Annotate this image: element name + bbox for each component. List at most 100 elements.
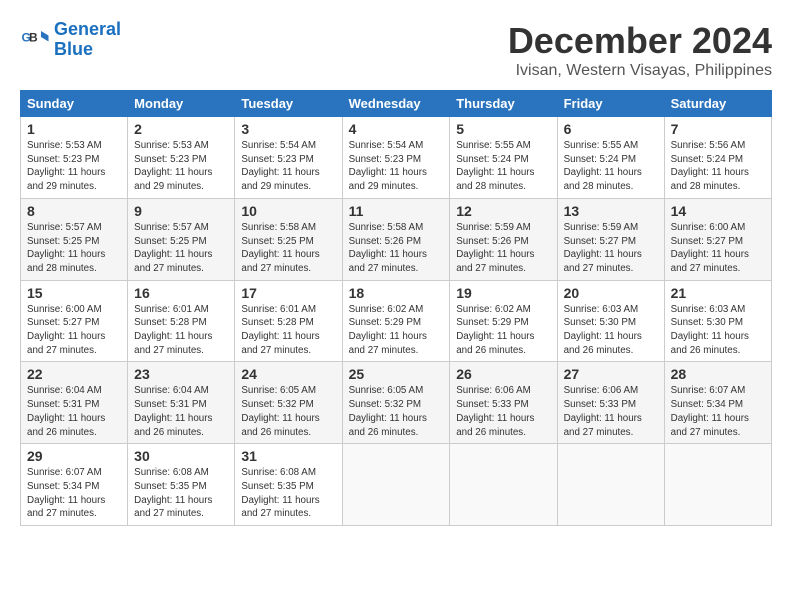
calendar-cell: 24 Sunrise: 6:05 AMSunset: 5:32 PMDaylig… (235, 362, 342, 444)
day-number: 31 (241, 448, 335, 464)
day-number: 6 (564, 121, 658, 137)
calendar-cell: 26 Sunrise: 6:06 AMSunset: 5:33 PMDaylig… (450, 362, 557, 444)
weekday-header: Monday (128, 91, 235, 117)
calendar-cell: 13 Sunrise: 5:59 AMSunset: 5:27 PMDaylig… (557, 198, 664, 280)
day-number: 19 (456, 285, 550, 301)
calendar-cell: 11 Sunrise: 5:58 AMSunset: 5:26 PMDaylig… (342, 198, 450, 280)
day-info: Sunrise: 6:08 AMSunset: 5:35 PMDaylight:… (241, 467, 319, 519)
day-number: 1 (27, 121, 121, 137)
logo-icon: G B (20, 25, 50, 55)
day-info: Sunrise: 5:58 AMSunset: 5:26 PMDaylight:… (349, 222, 427, 274)
day-info: Sunrise: 5:56 AMSunset: 5:24 PMDaylight:… (671, 140, 749, 192)
day-number: 16 (134, 285, 228, 301)
calendar-cell: 20 Sunrise: 6:03 AMSunset: 5:30 PMDaylig… (557, 280, 664, 362)
calendar-cell: 30 Sunrise: 6:08 AMSunset: 5:35 PMDaylig… (128, 444, 235, 526)
calendar-cell: 23 Sunrise: 6:04 AMSunset: 5:31 PMDaylig… (128, 362, 235, 444)
day-number: 12 (456, 203, 550, 219)
day-info: Sunrise: 6:01 AMSunset: 5:28 PMDaylight:… (241, 304, 319, 356)
calendar-cell: 10 Sunrise: 5:58 AMSunset: 5:25 PMDaylig… (235, 198, 342, 280)
week-row: 8 Sunrise: 5:57 AMSunset: 5:25 PMDayligh… (21, 198, 772, 280)
week-row: 29 Sunrise: 6:07 AMSunset: 5:34 PMDaylig… (21, 444, 772, 526)
day-number: 20 (564, 285, 658, 301)
day-number: 27 (564, 366, 658, 382)
weekday-header-row: SundayMondayTuesdayWednesdayThursdayFrid… (21, 91, 772, 117)
day-number: 2 (134, 121, 228, 137)
day-info: Sunrise: 5:59 AMSunset: 5:26 PMDaylight:… (456, 222, 534, 274)
day-number: 26 (456, 366, 550, 382)
calendar-cell: 29 Sunrise: 6:07 AMSunset: 5:34 PMDaylig… (21, 444, 128, 526)
logo-line2: Blue (54, 39, 93, 59)
day-info: Sunrise: 6:02 AMSunset: 5:29 PMDaylight:… (349, 304, 427, 356)
day-info: Sunrise: 6:00 AMSunset: 5:27 PMDaylight:… (27, 304, 105, 356)
day-info: Sunrise: 6:06 AMSunset: 5:33 PMDaylight:… (456, 385, 534, 437)
calendar-cell (342, 444, 450, 526)
day-info: Sunrise: 5:54 AMSunset: 5:23 PMDaylight:… (349, 140, 427, 192)
day-number: 29 (27, 448, 121, 464)
day-number: 21 (671, 285, 765, 301)
day-number: 13 (564, 203, 658, 219)
day-info: Sunrise: 5:59 AMSunset: 5:27 PMDaylight:… (564, 222, 642, 274)
calendar-cell: 1 Sunrise: 5:53 AMSunset: 5:23 PMDayligh… (21, 117, 128, 199)
day-info: Sunrise: 5:57 AMSunset: 5:25 PMDaylight:… (134, 222, 212, 274)
calendar-cell: 19 Sunrise: 6:02 AMSunset: 5:29 PMDaylig… (450, 280, 557, 362)
day-number: 23 (134, 366, 228, 382)
logo-text: General Blue (54, 20, 121, 60)
calendar-cell: 25 Sunrise: 6:05 AMSunset: 5:32 PMDaylig… (342, 362, 450, 444)
logo-line1: General (54, 19, 121, 39)
day-info: Sunrise: 5:54 AMSunset: 5:23 PMDaylight:… (241, 140, 319, 192)
weekday-header: Wednesday (342, 91, 450, 117)
day-info: Sunrise: 6:06 AMSunset: 5:33 PMDaylight:… (564, 385, 642, 437)
day-info: Sunrise: 5:58 AMSunset: 5:25 PMDaylight:… (241, 222, 319, 274)
day-number: 4 (349, 121, 444, 137)
calendar-cell: 18 Sunrise: 6:02 AMSunset: 5:29 PMDaylig… (342, 280, 450, 362)
day-number: 5 (456, 121, 550, 137)
day-number: 10 (241, 203, 335, 219)
calendar-cell: 14 Sunrise: 6:00 AMSunset: 5:27 PMDaylig… (664, 198, 771, 280)
day-number: 25 (349, 366, 444, 382)
day-number: 11 (349, 203, 444, 219)
day-info: Sunrise: 6:01 AMSunset: 5:28 PMDaylight:… (134, 304, 212, 356)
day-info: Sunrise: 5:53 AMSunset: 5:23 PMDaylight:… (134, 140, 212, 192)
day-info: Sunrise: 6:00 AMSunset: 5:27 PMDaylight:… (671, 222, 749, 274)
day-info: Sunrise: 5:53 AMSunset: 5:23 PMDaylight:… (27, 140, 105, 192)
day-number: 17 (241, 285, 335, 301)
calendar-cell: 27 Sunrise: 6:06 AMSunset: 5:33 PMDaylig… (557, 362, 664, 444)
logo: G B General Blue (20, 20, 121, 60)
day-number: 22 (27, 366, 121, 382)
calendar-cell: 5 Sunrise: 5:55 AMSunset: 5:24 PMDayligh… (450, 117, 557, 199)
week-row: 1 Sunrise: 5:53 AMSunset: 5:23 PMDayligh… (21, 117, 772, 199)
day-number: 28 (671, 366, 765, 382)
calendar-cell: 12 Sunrise: 5:59 AMSunset: 5:26 PMDaylig… (450, 198, 557, 280)
calendar-cell: 15 Sunrise: 6:00 AMSunset: 5:27 PMDaylig… (21, 280, 128, 362)
calendar-cell: 4 Sunrise: 5:54 AMSunset: 5:23 PMDayligh… (342, 117, 450, 199)
month-title: December 2024 (508, 20, 772, 62)
calendar-cell: 28 Sunrise: 6:07 AMSunset: 5:34 PMDaylig… (664, 362, 771, 444)
day-info: Sunrise: 5:55 AMSunset: 5:24 PMDaylight:… (456, 140, 534, 192)
day-number: 7 (671, 121, 765, 137)
calendar-cell (450, 444, 557, 526)
day-info: Sunrise: 6:04 AMSunset: 5:31 PMDaylight:… (27, 385, 105, 437)
calendar-cell: 16 Sunrise: 6:01 AMSunset: 5:28 PMDaylig… (128, 280, 235, 362)
day-info: Sunrise: 5:55 AMSunset: 5:24 PMDaylight:… (564, 140, 642, 192)
calendar-cell (557, 444, 664, 526)
weekday-header: Friday (557, 91, 664, 117)
weekday-header: Tuesday (235, 91, 342, 117)
day-info: Sunrise: 6:02 AMSunset: 5:29 PMDaylight:… (456, 304, 534, 356)
calendar-cell: 3 Sunrise: 5:54 AMSunset: 5:23 PMDayligh… (235, 117, 342, 199)
day-number: 14 (671, 203, 765, 219)
weekday-header: Saturday (664, 91, 771, 117)
calendar-cell: 6 Sunrise: 5:55 AMSunset: 5:24 PMDayligh… (557, 117, 664, 199)
day-info: Sunrise: 5:57 AMSunset: 5:25 PMDaylight:… (27, 222, 105, 274)
location: Ivisan, Western Visayas, Philippines (508, 62, 772, 80)
title-block: December 2024 Ivisan, Western Visayas, P… (508, 20, 772, 80)
calendar-cell: 2 Sunrise: 5:53 AMSunset: 5:23 PMDayligh… (128, 117, 235, 199)
calendar-table: SundayMondayTuesdayWednesdayThursdayFrid… (20, 90, 772, 526)
calendar-cell: 21 Sunrise: 6:03 AMSunset: 5:30 PMDaylig… (664, 280, 771, 362)
day-info: Sunrise: 6:04 AMSunset: 5:31 PMDaylight:… (134, 385, 212, 437)
calendar-cell: 7 Sunrise: 5:56 AMSunset: 5:24 PMDayligh… (664, 117, 771, 199)
calendar-cell (664, 444, 771, 526)
day-info: Sunrise: 6:07 AMSunset: 5:34 PMDaylight:… (27, 467, 105, 519)
day-number: 9 (134, 203, 228, 219)
day-info: Sunrise: 6:05 AMSunset: 5:32 PMDaylight:… (241, 385, 319, 437)
day-info: Sunrise: 6:08 AMSunset: 5:35 PMDaylight:… (134, 467, 212, 519)
